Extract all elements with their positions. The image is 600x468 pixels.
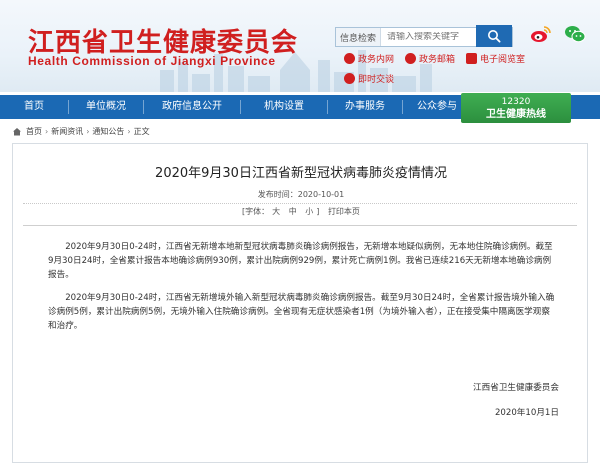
breadcrumb-current: 正文: [133, 126, 150, 136]
font-medium-button[interactable]: 中: [289, 207, 297, 216]
nav-item-organization[interactable]: 机构设置: [241, 95, 327, 119]
breadcrumb-notices[interactable]: 通知公告: [92, 126, 124, 137]
breadcrumb-home[interactable]: 首页: [26, 126, 42, 137]
globe-icon: [344, 53, 355, 64]
hotline-button[interactable]: 12320 卫生健康热线: [461, 93, 571, 123]
home-icon: [13, 127, 21, 135]
quick-link-label: 即时交谈: [358, 75, 395, 85]
breadcrumb: 首页 › 新闻资讯 › 通知公告 › 正文: [12, 123, 588, 139]
quick-link-reading-room[interactable]: 电子阅览室: [466, 52, 525, 65]
wechat-icon: [565, 26, 586, 43]
monitor-icon: [466, 53, 477, 64]
font-large-button[interactable]: 大: [272, 207, 280, 216]
breadcrumb-news[interactable]: 新闻资讯: [51, 126, 83, 137]
search-input[interactable]: [381, 32, 492, 42]
article-paragraph: 2020年9月30日0-24时，江西省无新增境外输入新型冠状病毒肺炎确诊病例报告…: [48, 293, 555, 331]
content-divider: [23, 225, 577, 226]
nav-item-overview[interactable]: 单位概况: [69, 95, 143, 119]
search-button[interactable]: [476, 25, 512, 47]
quick-link-label: 政务内网: [358, 55, 395, 65]
breadcrumb-separator: ›: [45, 126, 49, 136]
publish-date: 发布时间：2020-10-01: [257, 190, 345, 199]
article-tools: [字体：大 中 小] 打印本页: [13, 206, 589, 217]
article-panel: 2020年9月30日江西省新型冠状病毒肺炎疫情情况 发布时间：2020-10-0…: [12, 143, 588, 463]
quick-link-label: 政务邮箱: [419, 55, 456, 65]
article-title: 2020年9月30日江西省新型冠状病毒肺炎疫情情况: [155, 166, 447, 181]
site-header: 江西省卫生健康委员会 Health Commission of Jiangxi …: [0, 0, 600, 92]
weibo-icon: [531, 26, 551, 42]
quick-link-chat[interactable]: 即时交谈: [344, 72, 394, 85]
site-title-english: Health Commission of Jiangxi Province: [28, 54, 276, 68]
chat-icon: [344, 73, 355, 84]
dotted-divider: [23, 203, 577, 204]
hotline-number: 12320: [501, 97, 531, 107]
print-button[interactable]: 打印本页: [328, 207, 360, 216]
breadcrumb-separator: ›: [127, 126, 131, 136]
wechat-link[interactable]: [564, 23, 586, 45]
quick-link-mail[interactable]: 政务邮箱: [405, 52, 455, 65]
article-signature: 江西省卫生健康委员会: [473, 383, 559, 393]
font-size-label: [字体：大 中 小]: [242, 207, 320, 216]
search-icon: [488, 30, 501, 43]
quick-link-intranet[interactable]: 政务内网: [344, 52, 394, 65]
hotline-label: 卫生健康热线: [486, 109, 546, 120]
mail-icon: [405, 53, 416, 64]
nav-item-disclosure[interactable]: 政府信息公开: [144, 95, 240, 119]
weibo-link[interactable]: [530, 23, 552, 45]
breadcrumb-separator: ›: [86, 126, 90, 136]
search-label: 信息检索: [336, 28, 382, 46]
quick-link-label: 电子阅览室: [480, 55, 526, 65]
article-paragraph: 2020年9月30日0-24时，江西省无新增本地新型冠状病毒肺炎确诊病例报告，无…: [48, 242, 553, 280]
article-date: 2020年10月1日: [494, 408, 559, 418]
nav-item-services[interactable]: 办事服务: [328, 95, 402, 119]
font-small-button[interactable]: 小: [305, 207, 313, 216]
nav-item-home[interactable]: 首页: [0, 95, 68, 119]
